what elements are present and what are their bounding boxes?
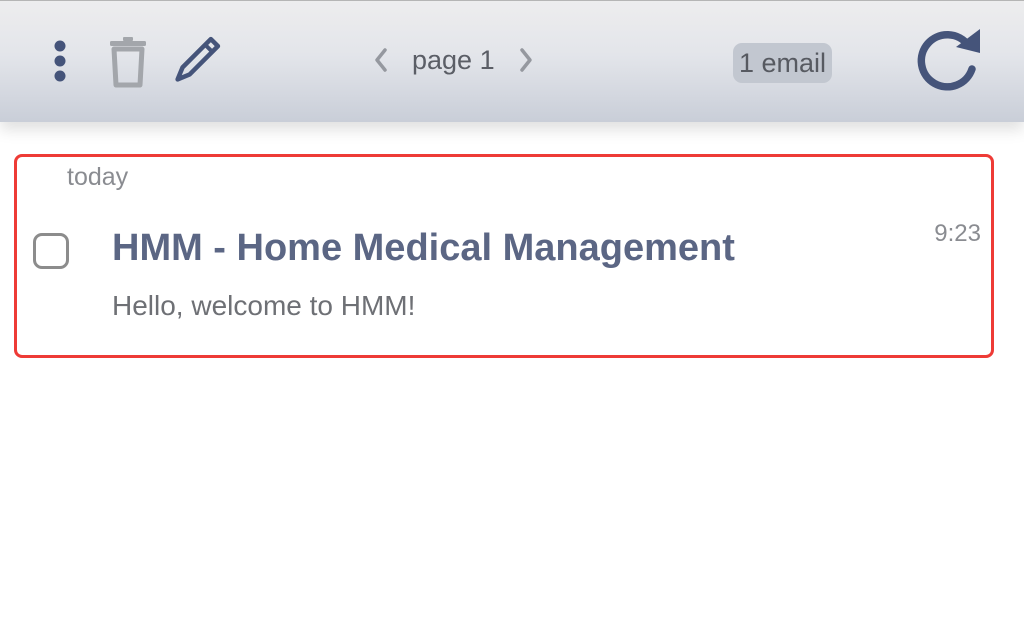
menu-button[interactable] bbox=[40, 35, 80, 87]
email-list: today HMM - Home Medical Management 9:23… bbox=[0, 122, 1024, 637]
trash-icon bbox=[110, 37, 146, 88]
pagination: page 1 bbox=[366, 37, 541, 83]
compose-button[interactable] bbox=[166, 31, 226, 91]
delete-button[interactable] bbox=[104, 33, 152, 89]
pencil-icon bbox=[175, 36, 221, 82]
email-preview: Hello, welcome to HMM! bbox=[112, 290, 416, 321]
page-label: page 1 bbox=[412, 44, 495, 75]
chevron-right-icon bbox=[519, 48, 532, 72]
email-select-checkbox[interactable] bbox=[33, 233, 69, 269]
email-subject: HMM - Home Medical Management bbox=[112, 227, 735, 269]
vertical-dots-icon bbox=[54, 40, 66, 82]
refresh-button[interactable] bbox=[910, 25, 986, 97]
date-group-header: today bbox=[67, 163, 129, 191]
refresh-icon bbox=[917, 29, 980, 91]
email-list-item[interactable]: today HMM - Home Medical Management 9:23… bbox=[14, 154, 994, 358]
email-toolbar: page 1 1 email bbox=[0, 0, 1024, 122]
email-time: 9:23 bbox=[934, 220, 981, 247]
previous-page-button[interactable] bbox=[366, 40, 396, 80]
chevron-left-icon bbox=[375, 48, 387, 72]
next-page-button[interactable] bbox=[511, 40, 541, 80]
email-count-badge: 1 email bbox=[733, 43, 833, 83]
